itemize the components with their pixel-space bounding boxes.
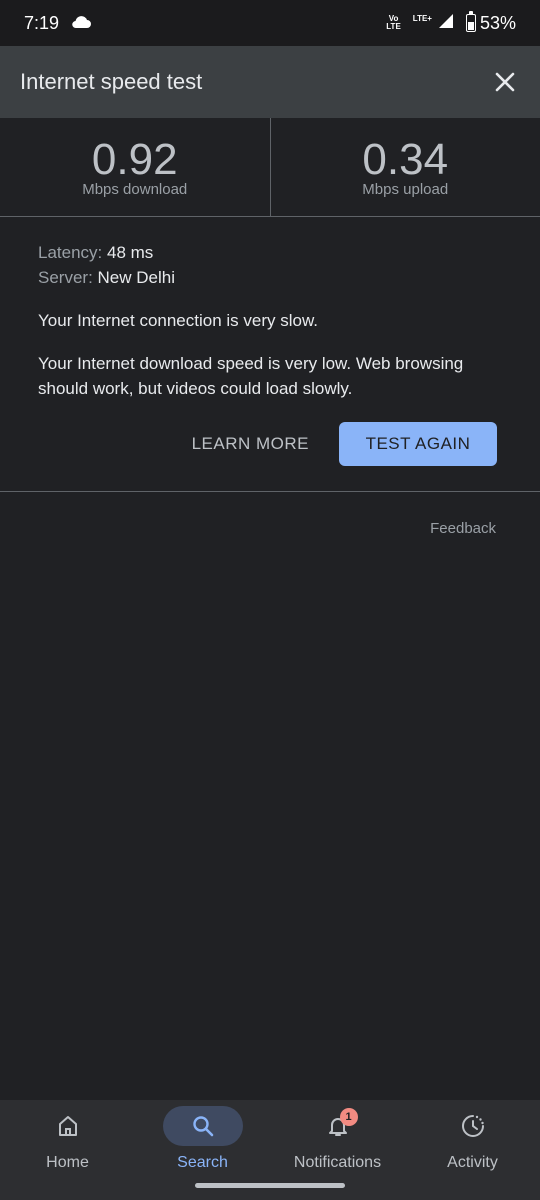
latency-row: Latency: 48 ms [38, 240, 502, 265]
bell-icon: 1 [298, 1106, 378, 1146]
server-label: Server: [38, 268, 93, 287]
search-icon [162, 1106, 243, 1146]
cloud-icon [71, 13, 92, 34]
latency-label: Latency: [38, 243, 103, 262]
learn-more-button[interactable]: LEARN MORE [192, 434, 309, 454]
nav-home[interactable]: Home [0, 1100, 135, 1200]
signal-icon [438, 13, 454, 34]
page-title: Internet speed test [20, 69, 203, 94]
action-buttons: LEARN MORE TEST AGAIN [192, 422, 497, 466]
bottom-nav: Home Search 1 Notifications Activity [0, 1100, 540, 1200]
server-row: Server: New Delhi [38, 265, 502, 290]
home-indicator[interactable] [195, 1183, 345, 1188]
nav-home-label: Home [46, 1154, 89, 1171]
speed-results: 0.92 Mbps download 0.34 Mbps upload [0, 118, 540, 217]
download-value: 0.92 [91, 134, 178, 184]
home-icon [28, 1106, 108, 1146]
speed-explanation: Your Internet download speed is very low… [38, 354, 464, 398]
status-right: Vo LTE LTE+ 53% [386, 11, 516, 34]
nav-search-label: Search [177, 1154, 228, 1171]
server-value: New Delhi [97, 268, 176, 287]
test-details: Latency: 48 ms Server: New Delhi Your In… [38, 240, 502, 401]
nav-activity[interactable]: Activity [405, 1100, 540, 1200]
activity-icon [433, 1106, 513, 1146]
upload-result: 0.34 Mbps upload [269, 118, 540, 216]
battery: 53% [465, 11, 516, 34]
battery-percent: 53% [479, 12, 516, 33]
upload-unit: Mbps upload [362, 180, 449, 198]
upload-value: 0.34 [362, 134, 449, 184]
latency-value: 48 ms [107, 243, 154, 262]
status-left: 7:19 [24, 12, 92, 34]
status-time: 7:19 [24, 12, 60, 33]
download-result: 0.92 Mbps download [0, 118, 270, 216]
notification-badge: 1 [339, 1108, 358, 1126]
header: Internet speed test [0, 46, 540, 118]
feedback-link[interactable]: Feedback [430, 520, 496, 537]
close-button[interactable] [490, 67, 520, 97]
volte-bottom: LTE [386, 22, 401, 31]
speed-summary: Your Internet connection is very slow. [38, 311, 319, 330]
download-unit: Mbps download [82, 180, 188, 198]
nav-notifications-label: Notifications [293, 1154, 382, 1171]
nav-activity-label: Activity [447, 1154, 498, 1171]
close-icon [495, 72, 515, 92]
divider [0, 491, 540, 492]
battery-icon [465, 11, 476, 32]
status-bar: 7:19 Vo LTE LTE+ 53% [0, 0, 540, 46]
test-again-button[interactable]: TEST AGAIN [339, 422, 497, 466]
lte-label: LTE+ [412, 13, 432, 23]
volte-indicator: Vo LTE [386, 15, 401, 31]
